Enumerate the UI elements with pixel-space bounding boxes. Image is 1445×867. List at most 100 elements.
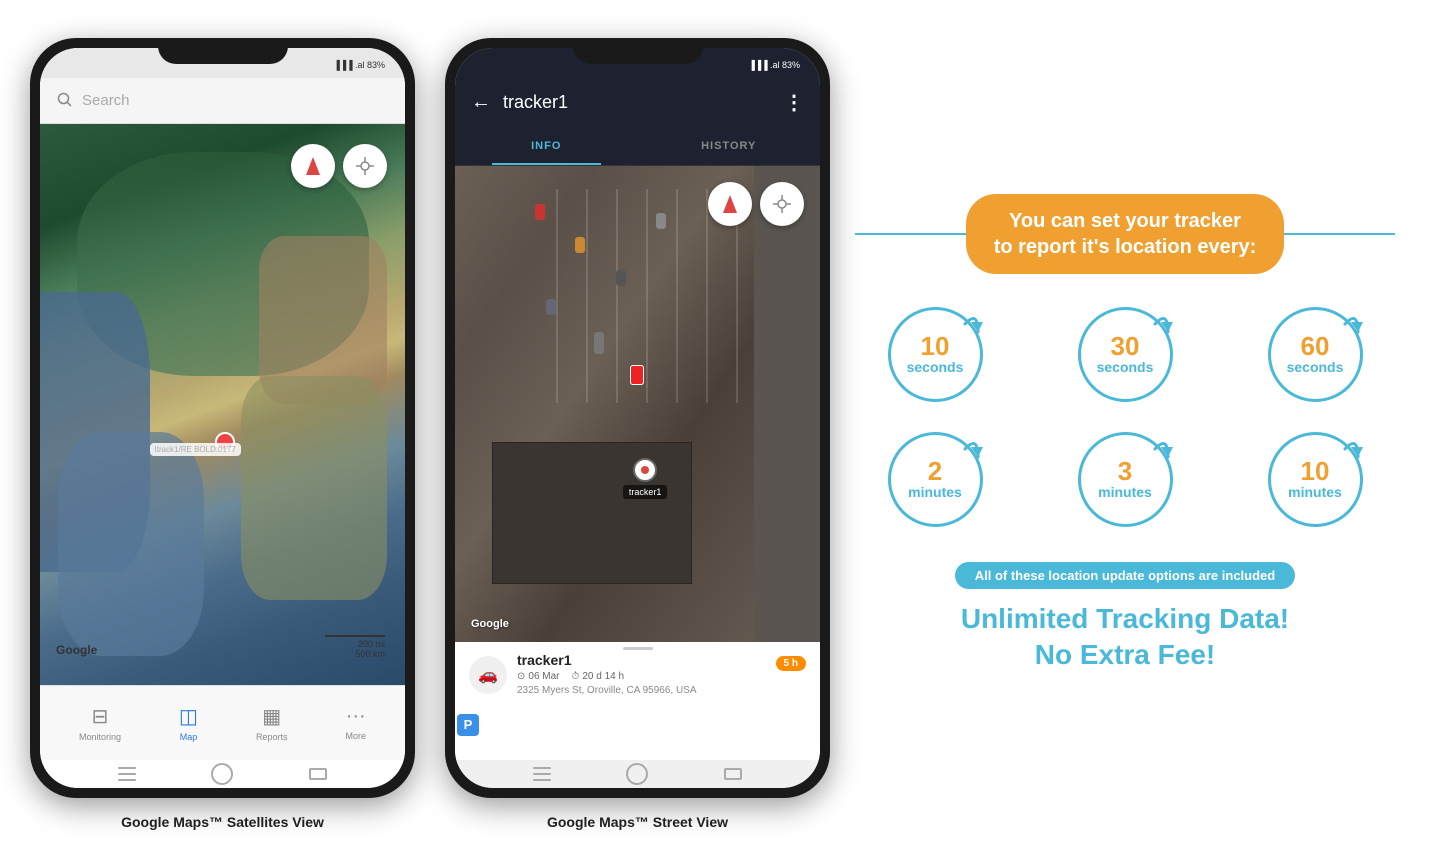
tab-info[interactable]: INFO: [455, 128, 638, 165]
interval-10-minutes: 10 minutes: [1235, 427, 1395, 532]
main-container: ▐▐▐ .al 83% Search: [0, 0, 1445, 867]
interval-2-minutes: 2 minutes: [855, 427, 1015, 532]
phones-section: ▐▐▐ .al 83% Search: [30, 38, 830, 830]
home-lines2: [533, 767, 551, 781]
phone2-frame: ▐▐▐ .al 83% ← tracker1 ⋮ INFO HISTORY: [445, 38, 830, 798]
home-circle-button[interactable]: [211, 763, 233, 785]
unlimited-line1: Unlimited Tracking Data!: [961, 601, 1289, 637]
home-lines: [118, 767, 136, 781]
home-line4: [533, 767, 551, 769]
car6: [594, 332, 604, 354]
interval-number-3: 60: [1301, 333, 1330, 359]
location-button2[interactable]: [760, 182, 804, 226]
card-tracker-name: tracker1: [517, 652, 806, 668]
map-scale: 200 mi 500 km: [325, 635, 385, 659]
phone2-tracker-title: tracker1: [503, 92, 772, 113]
back-button-icon[interactable]: ←: [471, 91, 491, 114]
phone2-wrapper: ▐▐▐ .al 83% ← tracker1 ⋮ INFO HISTORY: [445, 38, 830, 830]
compass-arrow-icon: [306, 157, 320, 175]
card-duration: ⏱ 20 d 14 h: [572, 671, 625, 682]
home-line6: [533, 779, 551, 781]
car3: [616, 270, 626, 286]
circle-text-6: 10 minutes: [1288, 458, 1342, 501]
phone1-home-bar: [40, 760, 405, 788]
card-date: ⊙ 06 Mar: [517, 671, 560, 682]
nav-reports[interactable]: ▦ Reports: [256, 704, 288, 742]
car4: [656, 213, 666, 229]
home-line1: [118, 767, 136, 769]
aerial-map: tracker1 Google: [455, 166, 820, 642]
nav-monitoring[interactable]: ⊟ Monitoring: [79, 704, 121, 742]
google-label: Google: [56, 643, 97, 657]
card-icon-group: 🚗 P: [469, 656, 507, 736]
scale-bar: [325, 635, 385, 637]
time-icon: ⏱: [572, 671, 580, 682]
tracker-name-label: tracker1: [623, 485, 668, 499]
interval-unit-2: seconds: [1097, 359, 1154, 376]
compass-button[interactable]: [291, 144, 335, 188]
phone2-topbar: ← tracker1 ⋮: [455, 78, 820, 128]
card-top: 🚗 P tracker1 ⊙ 06 Mar: [469, 652, 806, 736]
clock-icon: ⊙: [517, 671, 525, 682]
circle-text-3: 60 seconds: [1287, 333, 1344, 376]
phone2-notch: [573, 38, 703, 64]
interval-60-seconds: 60 seconds: [1235, 302, 1395, 407]
car-icon: 🚗: [469, 656, 507, 694]
interval-number-1: 10: [921, 333, 950, 359]
compass-button2[interactable]: [708, 182, 752, 226]
interval-unit-4: minutes: [908, 484, 962, 501]
more-options-button[interactable]: ⋮: [784, 90, 804, 115]
nav-monitoring-label: Monitoring: [79, 732, 121, 742]
card-date-text: 06 Mar: [528, 671, 559, 682]
circle-container-3: 60 seconds: [1263, 302, 1368, 407]
circle-text-4: 2 minutes: [908, 458, 962, 501]
unlimited-text: Unlimited Tracking Data! No Extra Fee!: [961, 601, 1289, 674]
home-line2: [118, 773, 136, 775]
satellite-map: Itrack1/RE BOLD:0177 Google 200 mi 500 k…: [40, 124, 405, 685]
back-button[interactable]: [309, 768, 327, 780]
card-duration-text: 20 d 14 h: [582, 671, 624, 682]
home-line5: [533, 773, 551, 775]
tracker-map-label: Itrack1/RE BOLD:0177: [150, 443, 241, 456]
interval-10-seconds: 10 seconds: [855, 302, 1015, 407]
map-icon: ◫: [179, 704, 198, 729]
nav-map[interactable]: ◫ Map: [179, 704, 198, 742]
included-box: All of these location update options are…: [955, 562, 1295, 589]
phone2-caption: Google Maps™ Street View: [547, 814, 728, 830]
parking-p-badge: P: [457, 714, 479, 736]
location-button[interactable]: [343, 144, 387, 188]
home-circle-button2[interactable]: [626, 763, 648, 785]
tracker-dot: [641, 466, 649, 474]
back-button2[interactable]: [724, 768, 742, 780]
more-icon: ···: [346, 705, 366, 728]
phone2-card: 🚗 P tracker1 ⊙ 06 Mar: [455, 642, 820, 760]
reports-icon: ▦: [262, 704, 281, 729]
intervals-grid: 10 seconds 30 seconds: [855, 302, 1395, 532]
phone2-map[interactable]: tracker1 Google: [455, 166, 820, 642]
tab-history[interactable]: HISTORY: [638, 128, 821, 165]
card-address: 2325 Myers St, Oroville, CA 95966, USA: [517, 685, 806, 696]
phone1-search-bar[interactable]: Search: [40, 78, 405, 124]
circle-container-5: 3 minutes: [1073, 427, 1178, 532]
phone2-home-bar: [455, 760, 820, 788]
phone1-caption: Google Maps™ Satellites View: [121, 814, 324, 830]
interval-number-4: 2: [928, 458, 942, 484]
headline-line-right: [1284, 233, 1395, 235]
interval-number-5: 3: [1118, 458, 1132, 484]
nav-reports-label: Reports: [256, 732, 288, 742]
headline-text: You can set your tracker to report it's …: [994, 210, 1257, 258]
circle-container-4: 2 minutes: [883, 427, 988, 532]
interval-unit-5: minutes: [1098, 484, 1152, 501]
phone1-inner: ▐▐▐ .al 83% Search: [40, 48, 405, 788]
compass-arrow2-icon: [723, 195, 737, 213]
expand-handle[interactable]: [623, 647, 653, 650]
nav-map-label: Map: [180, 732, 198, 742]
circle-container-2: 30 seconds: [1073, 302, 1178, 407]
circle-text-1: 10 seconds: [907, 333, 964, 376]
phone1-nav: ⊟ Monitoring ◫ Map ▦ Reports ···: [40, 685, 405, 760]
unlimited-line2: No Extra Fee!: [961, 637, 1289, 673]
monitoring-icon: ⊟: [92, 704, 109, 729]
nav-more[interactable]: ··· More: [345, 705, 366, 741]
phone1-map[interactable]: Itrack1/RE BOLD:0177 Google 200 mi 500 k…: [40, 124, 405, 685]
interval-unit-6: minutes: [1288, 484, 1342, 501]
